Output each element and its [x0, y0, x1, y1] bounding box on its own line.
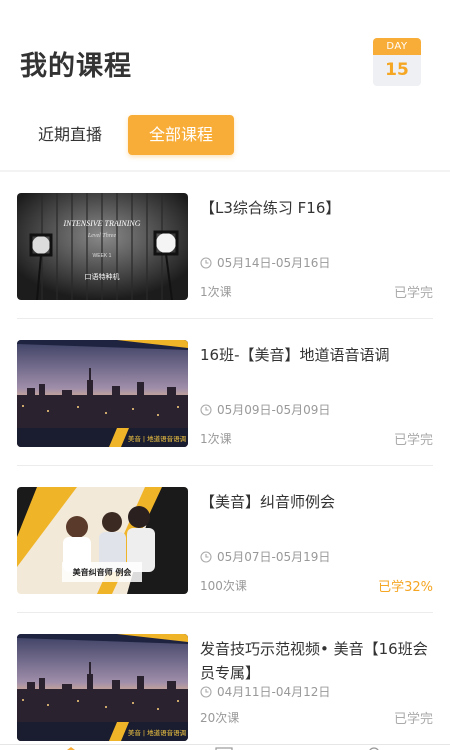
thumb-text: 美音 | 地道语音语调 [128, 728, 186, 737]
course-progress-status: 已学完 [393, 433, 433, 448]
page-title: 我的课程 [20, 51, 132, 82]
clock-icon [200, 256, 212, 269]
course-date-text: 05月07日-05月19日 [217, 550, 331, 564]
day-count: 15 [385, 60, 409, 80]
clock-icon [200, 403, 212, 416]
thumb-text: INTENSIVE TRAINING [62, 219, 140, 228]
course-thumbnail: 美音纠音师 例会 [17, 487, 188, 594]
tab-recent-live[interactable]: 近期直播 [24, 115, 116, 155]
tab-all-courses[interactable]: 全部课程 [128, 115, 234, 155]
course-thumbnail: 美音 | 地道语音语调 [17, 340, 188, 447]
thumb-text: WEEK 1 [93, 253, 112, 259]
course-lesson-count: 100次课 [200, 579, 247, 593]
thumb-text: Level Three [87, 233, 117, 239]
course-item[interactable]: 美音纠音师 例会 【美音】纠音师例会 05月07日-05月19日 100次课 已… [0, 466, 450, 613]
course-date: 04月11日-04月12日 [200, 683, 330, 700]
clock-icon [200, 685, 212, 698]
course-title: 【L3综合练习 F16】 [200, 199, 341, 217]
course-tabs: 近期直播 全部课程 [0, 110, 450, 168]
course-lesson-count: 1次课 [200, 432, 232, 446]
bottom-nav [0, 744, 450, 750]
course-date: 05月07日-05月19日 [200, 548, 330, 565]
course-date: 05月14日-05月16日 [200, 254, 330, 271]
course-title: 发音技巧示范视频• 美音【16班会员专属】 [200, 640, 428, 682]
course-lesson-count: 1次课 [200, 285, 232, 299]
thumb-text: 口语特种机 [85, 272, 120, 281]
course-date-text: 04月11日-04月12日 [217, 685, 331, 699]
course-item[interactable]: 美音 | 地道语音语调 发音技巧示范视频• 美音【16班会员专属】 04月11日… [0, 613, 450, 750]
course-progress-status: 已学完 [393, 712, 433, 727]
thumb-text: 美音纠音师 例会 [73, 567, 132, 577]
day-badge[interactable]: DAY 15 [373, 38, 421, 86]
course-thumbnail: INTENSIVE TRAINING Level Three WEEK 1 口语… [17, 193, 188, 300]
course-item[interactable]: INTENSIVE TRAINING Level Three WEEK 1 口语… [0, 172, 450, 319]
course-list: INTENSIVE TRAINING Level Three WEEK 1 口语… [0, 172, 450, 750]
header: 我的课程 DAY 15 [0, 0, 450, 110]
course-title: 16班-【美音】地道语音语调 [200, 346, 390, 364]
course-date-text: 05月14日-05月16日 [217, 256, 331, 270]
course-date-text: 05月09日-05月09日 [217, 403, 331, 417]
thumb-text: 美音 | 地道语音语调 [128, 434, 186, 443]
clock-icon [200, 550, 212, 563]
course-lesson-count: 20次课 [200, 711, 240, 725]
day-label: DAY [373, 38, 421, 55]
course-item[interactable]: 美音 | 地道语音语调 16班-【美音】地道语音语调 05月09日-05月09日… [0, 319, 450, 466]
course-progress-status: 已学32% [378, 580, 433, 595]
course-title: 【美音】纠音师例会 [200, 493, 336, 511]
course-date: 05月09日-05月09日 [200, 401, 330, 418]
course-progress-status: 已学完 [393, 286, 433, 301]
course-thumbnail: 美音 | 地道语音语调 [17, 634, 188, 741]
